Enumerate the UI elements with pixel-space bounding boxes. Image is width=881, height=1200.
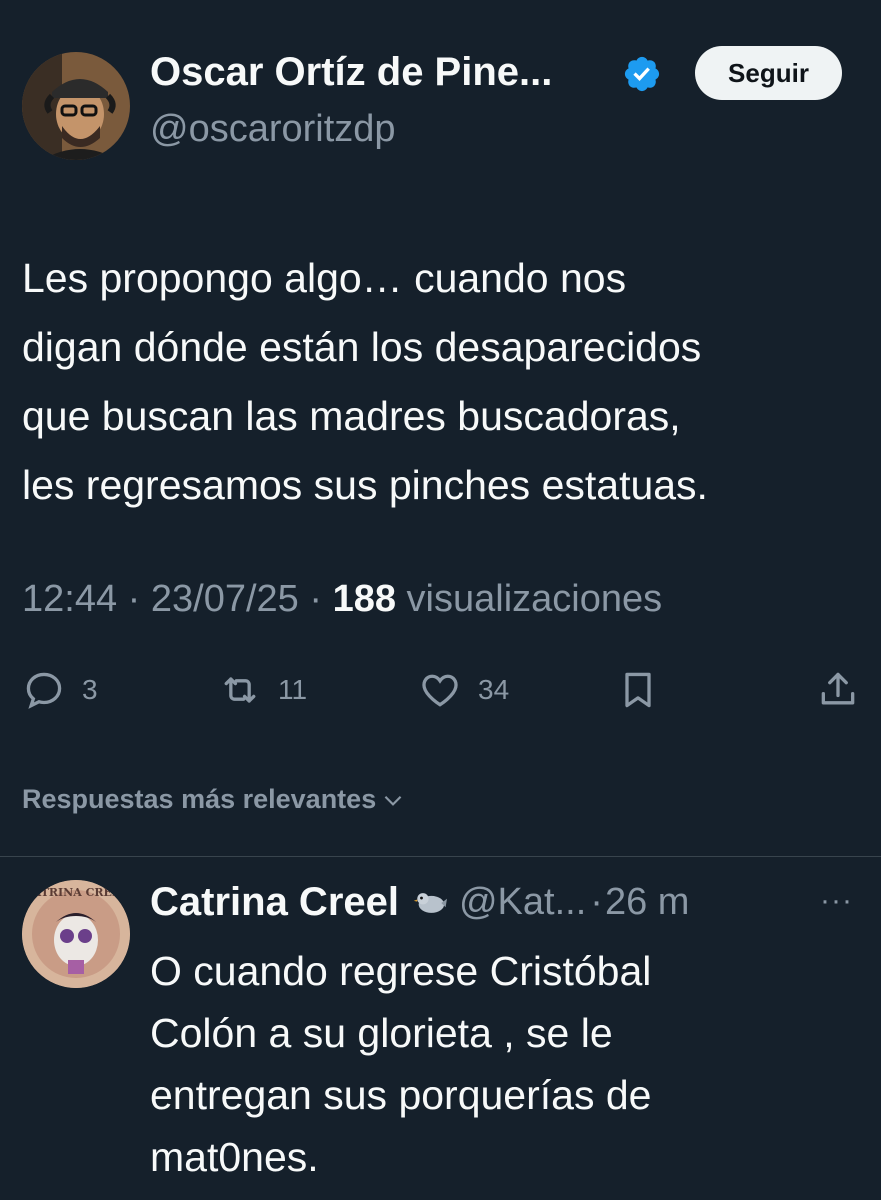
reply-time[interactable]: 26 m — [605, 881, 689, 924]
reply-count: 3 — [82, 674, 98, 705]
reply-author-avatar[interactable]: CATRINA CREEL — [22, 880, 130, 988]
chevron-down-icon — [384, 795, 402, 806]
reply-avatar-text: CATRINA CREEL — [24, 886, 128, 899]
pigeon-emoji-icon — [413, 892, 447, 913]
bookmark-icon — [625, 672, 651, 708]
like-action[interactable]: 34 — [418, 668, 509, 712]
reply-action[interactable]: 3 — [22, 668, 98, 712]
meta-separator: · — [309, 578, 323, 620]
author-display-name[interactable]: Oscar Ortíz de Pine... — [150, 50, 552, 95]
heart-icon — [422, 674, 458, 707]
tweet-time[interactable]: 12:44 — [22, 578, 117, 620]
tweet-text: Les propongo algo… cuando nos digan dónd… — [22, 255, 708, 508]
verified-badge-icon — [624, 56, 660, 92]
author-avatar[interactable] — [22, 52, 130, 160]
more-options-icon[interactable]: ··· — [820, 884, 853, 918]
reply-text: O cuando regrese Cristóbal Colón a su gl… — [150, 948, 652, 1180]
views-label: visualizaciones — [406, 578, 663, 620]
like-count: 34 — [478, 674, 510, 705]
reply-separator: · — [590, 881, 603, 923]
author-avatar-image — [22, 52, 130, 160]
author-handle[interactable]: @oscaroritzdp — [150, 108, 396, 151]
follow-button[interactable]: Seguir — [695, 46, 842, 100]
reply-handle[interactable]: @Kat... — [459, 881, 586, 924]
retweet-action[interactable]: 11 — [218, 668, 307, 712]
replies-sort-dropdown[interactable]: Respuestas más relevantes — [22, 784, 406, 815]
tweet-date[interactable]: 23/07/25 — [151, 578, 299, 620]
share-icon — [821, 672, 855, 705]
divider — [0, 856, 881, 857]
tweet-meta: 12:44 · 23/07/25 · 188 visualizaciones — [22, 578, 662, 621]
reply-header: Catrina Creel @Kat... · 26 m — [150, 880, 689, 925]
retweet-count: 11 — [278, 674, 308, 705]
retweet-icon — [224, 677, 256, 703]
reply-display-name[interactable]: Catrina Creel — [150, 880, 399, 925]
share-action[interactable] — [816, 668, 860, 712]
reply-icon — [26, 672, 62, 709]
bookmark-action[interactable] — [616, 668, 660, 712]
views-count: 188 — [332, 578, 396, 620]
meta-separator: · — [127, 578, 141, 620]
sort-label: Respuestas más relevantes — [22, 784, 377, 814]
